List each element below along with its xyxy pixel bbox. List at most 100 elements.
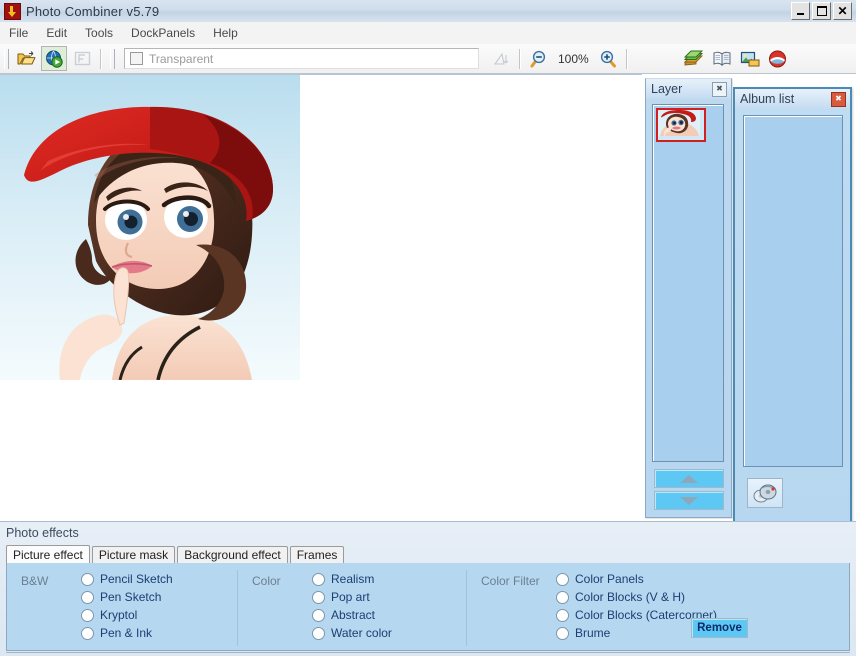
toolbar-separator-3 [625, 48, 628, 69]
zoom-in-icon [601, 50, 617, 67]
radio-pen-sketch[interactable]: Pen Sketch [81, 588, 173, 606]
radio-icon [81, 590, 94, 604]
green-globe-play-icon [45, 50, 63, 68]
close-button[interactable]: ✕ [833, 2, 852, 20]
arrow-down-icon [680, 496, 698, 505]
application-window: Photo Combiner v5.79 ✕ File Edit Tools D… [0, 0, 856, 656]
combine-button[interactable] [41, 46, 67, 71]
effects-tabstrip: Picture effect Picture mask Background e… [6, 545, 850, 564]
radio-color-blocks-vh[interactable]: Color Blocks (V & H) [556, 588, 717, 606]
transparent-option-container: Transparent [124, 48, 479, 69]
album-disc-icon [753, 484, 777, 503]
frame-button[interactable] [69, 46, 95, 71]
radio-icon [556, 572, 569, 586]
canvas-workspace[interactable] [0, 74, 642, 519]
zoom-in-button[interactable] [595, 46, 621, 71]
radio-water-color[interactable]: Water color [312, 624, 392, 642]
album-panel-close-icon[interactable]: ✖ [831, 91, 846, 107]
tab-picture-mask[interactable]: Picture mask [91, 546, 176, 563]
shape-tool-button[interactable] [488, 46, 514, 71]
effect-group-color-filter: Color Filter Color Panels Color Blocks (… [466, 570, 821, 646]
layer-order-buttons [654, 469, 724, 513]
menu-item-file[interactable]: File [0, 24, 37, 42]
layer-list[interactable] [652, 104, 724, 462]
remove-button[interactable]: Remove [691, 618, 748, 638]
radio-icon [556, 590, 569, 604]
window-controls: ✕ [791, 2, 852, 20]
transparent-label: Transparent [149, 51, 214, 66]
color-radio-group: Realism Pop art Abstract Water color [312, 570, 392, 646]
radio-label: Pop art [331, 590, 370, 604]
radio-icon [556, 626, 569, 640]
menu-item-dockpanels[interactable]: DockPanels [122, 24, 204, 42]
radio-pen-and-ink[interactable]: Pen & Ink [81, 624, 173, 642]
canvas-image[interactable] [0, 75, 300, 380]
zoom-level-label: 100% [558, 51, 589, 66]
radio-abstract[interactable]: Abstract [312, 606, 392, 624]
zoom-out-button[interactable] [526, 46, 552, 71]
maximize-button[interactable] [812, 2, 831, 20]
radio-pencil-sketch[interactable]: Pencil Sketch [81, 570, 173, 588]
layer-thumbnail-item[interactable] [656, 108, 706, 142]
layer-move-down-button[interactable] [654, 491, 724, 510]
radio-label: Color Panels [575, 572, 644, 586]
triangle-shape-icon [493, 52, 508, 65]
zoom-out-icon [530, 50, 545, 67]
radio-icon [312, 572, 325, 586]
group-label-bw: B&W [21, 574, 49, 588]
menu-item-tools[interactable]: Tools [76, 24, 122, 42]
radio-icon [81, 572, 94, 586]
toolbar-separator-2 [519, 48, 521, 69]
layer-panel-title: Layer [651, 82, 683, 96]
radio-icon [556, 608, 569, 622]
tab-background-effect[interactable]: Background effect [177, 546, 288, 563]
bw-radio-group: Pencil Sketch Pen Sketch Kryptol Pen & I… [81, 570, 173, 646]
open-file-button[interactable] [13, 46, 39, 71]
radio-icon [312, 590, 325, 604]
transparent-checkbox[interactable] [130, 52, 143, 65]
green-books-icon [684, 50, 704, 66]
menu-item-edit[interactable]: Edit [37, 24, 76, 42]
tab-frames[interactable]: Frames [289, 546, 345, 563]
albums-button[interactable] [681, 46, 707, 71]
effect-group-bw: B&W Pencil Sketch Pen Sketch Kryptol Pen… [7, 570, 237, 646]
toolbar-grip[interactable] [4, 48, 9, 69]
minimize-button[interactable] [791, 2, 810, 20]
close-icon: ✕ [837, 4, 848, 18]
radio-label: Pencil Sketch [100, 572, 173, 586]
album-list-panel: Album list ✖ [733, 87, 852, 525]
radio-icon [81, 626, 94, 640]
add-album-button[interactable] [747, 478, 783, 508]
layer-move-up-button[interactable] [654, 469, 724, 488]
menu-item-help[interactable]: Help [204, 24, 247, 42]
radio-label: Abstract [331, 608, 376, 622]
tab-picture-effect[interactable]: Picture effect [6, 545, 90, 563]
effect-group-color: Color Realism Pop art Abstract Water col… [237, 570, 466, 646]
radio-color-panels[interactable]: Color Panels [556, 570, 717, 588]
book-button[interactable] [709, 46, 735, 71]
group-label-color-filter: Color Filter [481, 574, 540, 588]
layer-panel-close-icon[interactable]: ✖ [712, 81, 727, 97]
picture-folder-icon [740, 51, 760, 67]
about-button[interactable] [765, 46, 791, 71]
radio-label: Pen Sketch [100, 590, 162, 604]
window-title: Photo Combiner v5.79 [26, 3, 160, 19]
open-folder-icon [17, 51, 35, 65]
toolbar-grip-2[interactable] [110, 48, 115, 69]
radio-label: Kryptol [100, 608, 138, 622]
group-label-color: Color [252, 574, 281, 588]
picture-folder-button[interactable] [737, 46, 763, 71]
dock-footer-divider [6, 652, 850, 656]
radio-pop-art[interactable]: Pop art [312, 588, 392, 606]
photo-effects-title: Photo effects [6, 526, 79, 540]
app-logo-icon [4, 2, 21, 20]
red-hat-girl-thumbnail [658, 110, 700, 136]
radio-realism[interactable]: Realism [312, 570, 392, 588]
album-list[interactable] [743, 115, 843, 467]
layer-panel-caption: Layer ✖ [646, 79, 731, 99]
menu-bar: File Edit Tools DockPanels Help [0, 22, 856, 45]
arrow-up-icon [680, 474, 698, 483]
main-toolbar: Transparent 100% [0, 44, 856, 74]
toolbar-separator [100, 48, 102, 69]
radio-kryptol[interactable]: Kryptol [81, 606, 173, 624]
